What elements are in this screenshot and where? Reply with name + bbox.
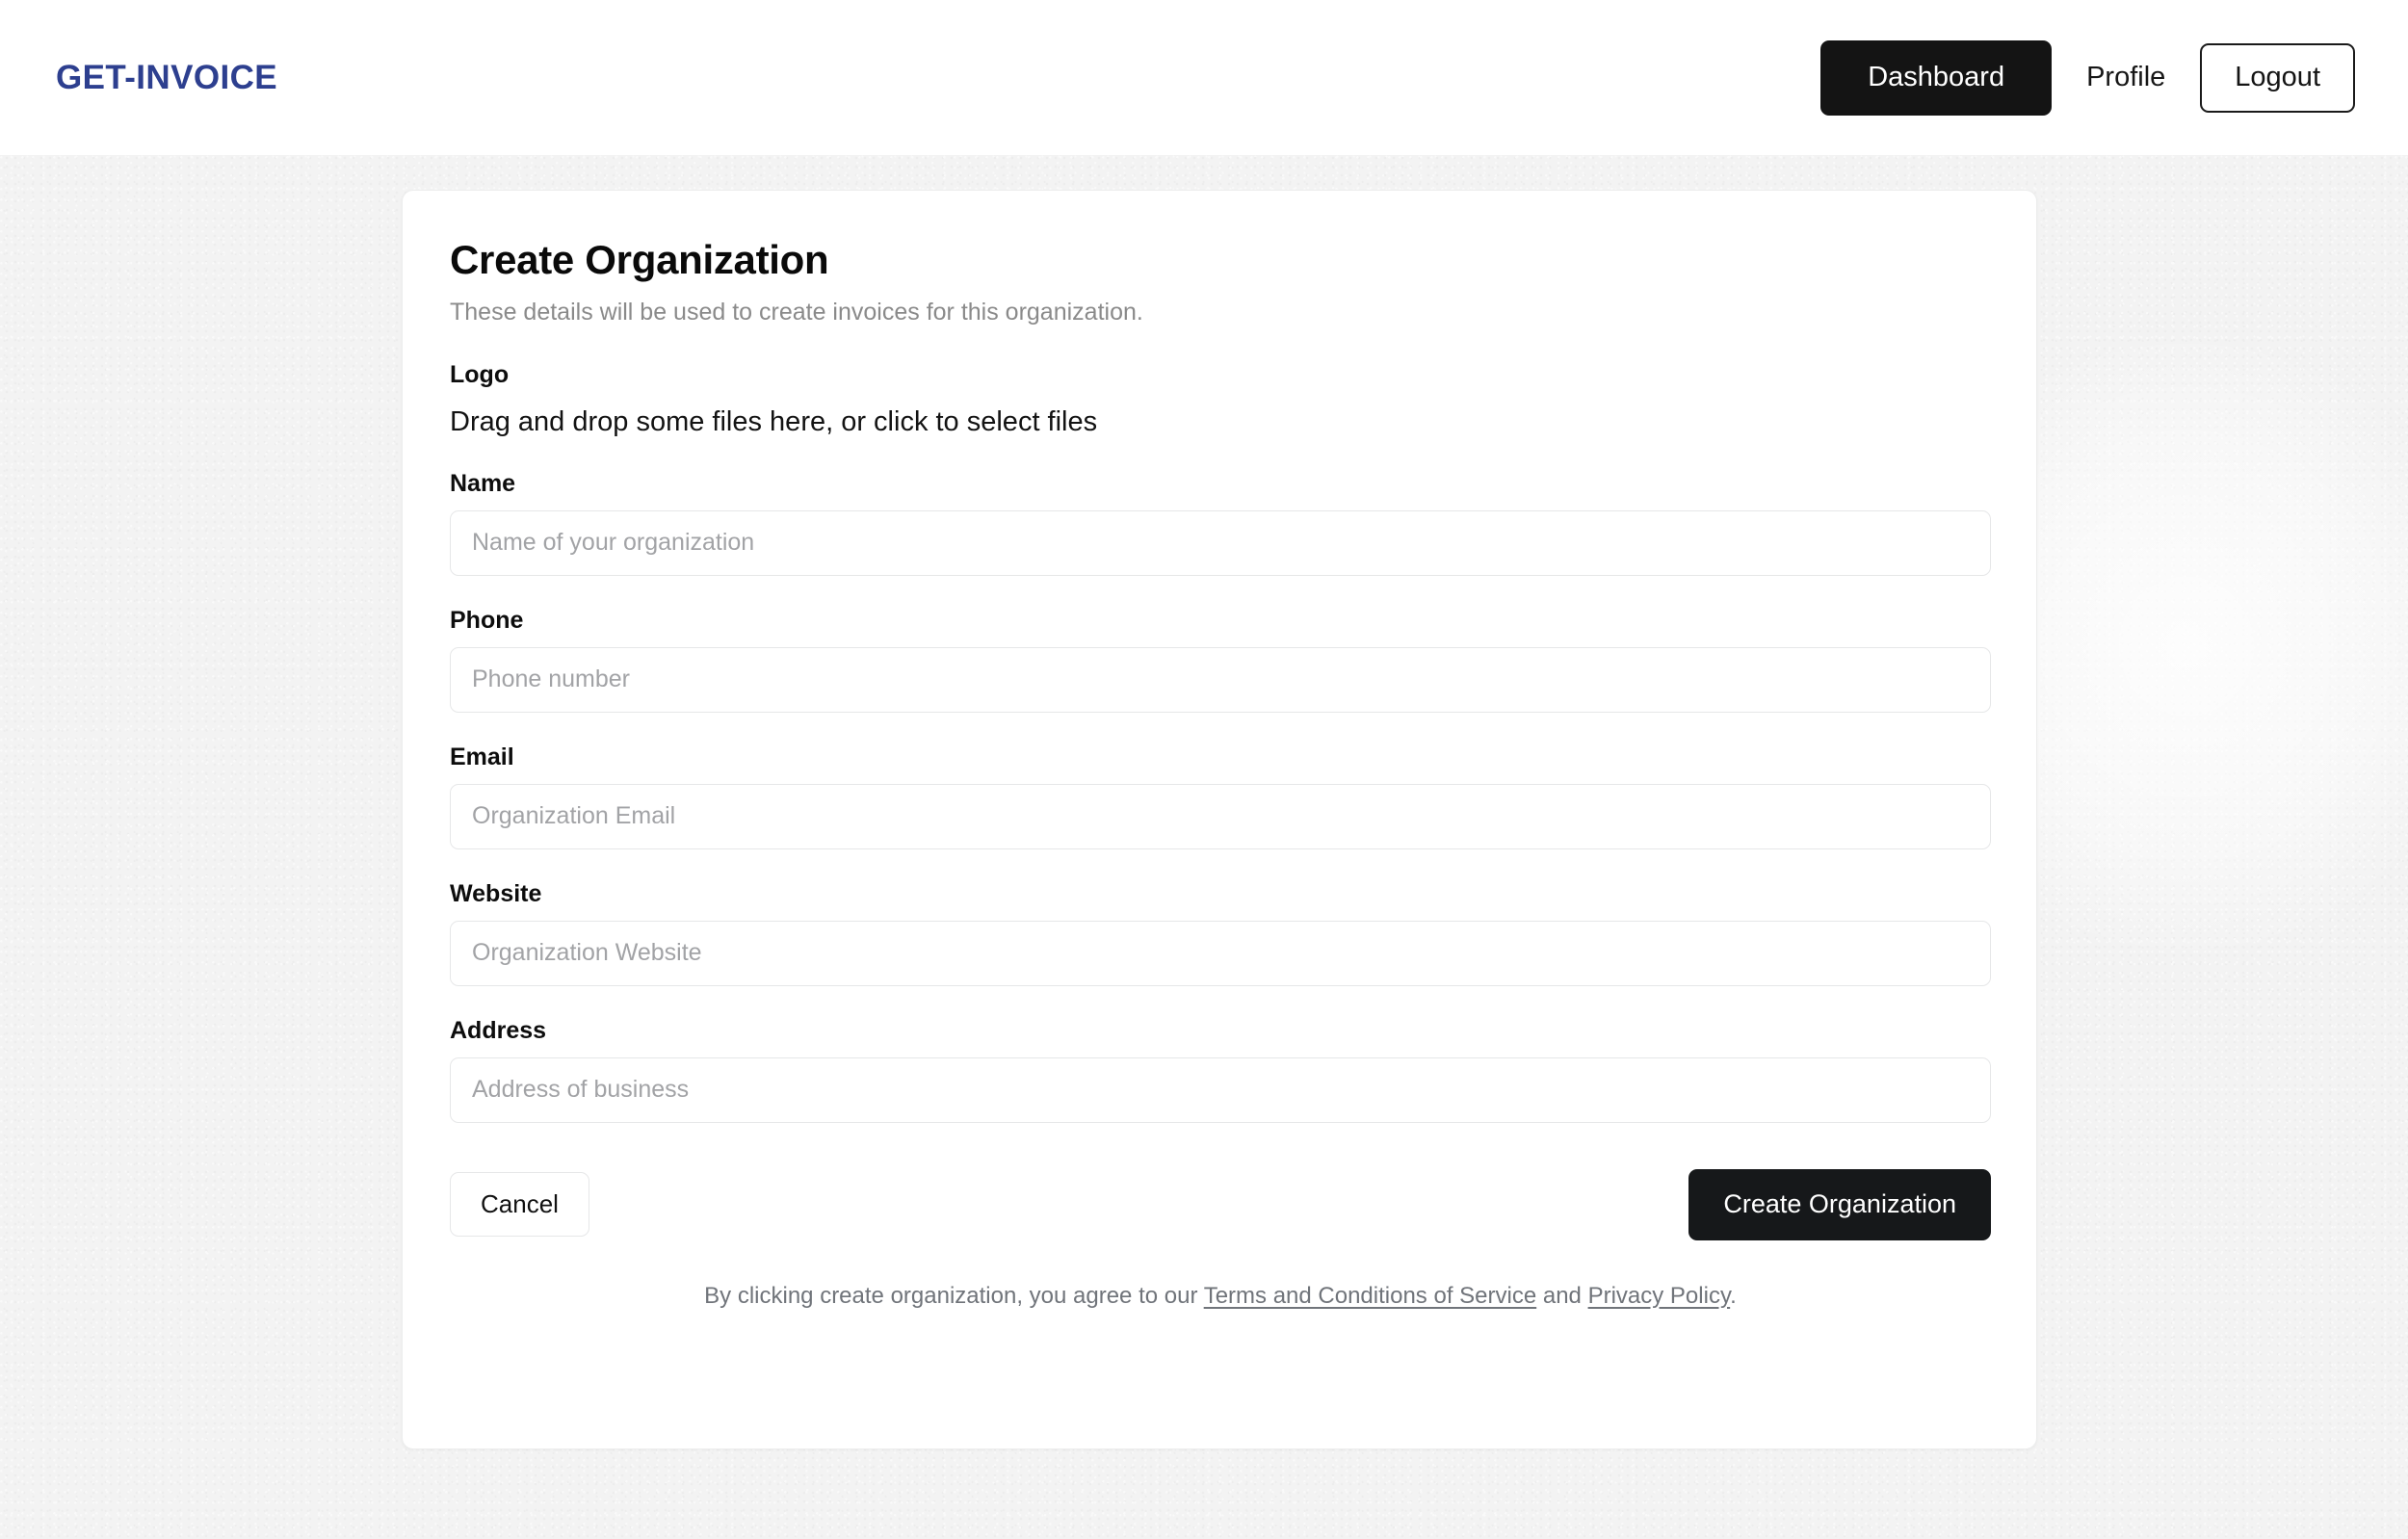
field-group-phone: Phone <box>450 609 1989 713</box>
legal-disclaimer: By clicking create organization, you agr… <box>450 1281 1991 1312</box>
logo-upload-group: Logo Drag and drop some files here, or c… <box>450 363 1989 439</box>
page-root: GET-INVOICE Dashboard Profile Logout Cre… <box>0 0 2408 1539</box>
main-navigation: Dashboard Profile Logout <box>1820 40 2355 116</box>
legal-conjunction: and <box>1536 1283 1587 1309</box>
name-input[interactable] <box>450 510 1991 576</box>
page-title: Create Organization <box>450 237 1989 283</box>
phone-input[interactable] <box>450 647 1991 713</box>
email-label: Email <box>450 743 514 770</box>
form-actions: Cancel Create Organization <box>450 1169 1991 1240</box>
field-group-email: Email <box>450 745 1989 849</box>
logo-label: Logo <box>450 363 1989 387</box>
address-label: Address <box>450 1017 546 1044</box>
email-input[interactable] <box>450 784 1991 849</box>
website-input[interactable] <box>450 921 1991 986</box>
nav-dashboard-button[interactable]: Dashboard <box>1820 40 2052 116</box>
cancel-button[interactable]: Cancel <box>450 1172 589 1237</box>
privacy-policy-link[interactable]: Privacy Policy <box>1588 1283 1731 1309</box>
nav-profile-link[interactable]: Profile <box>2052 64 2200 91</box>
app-header: GET-INVOICE Dashboard Profile Logout <box>0 0 2408 155</box>
name-label: Name <box>450 470 515 497</box>
legal-prefix: By clicking create organization, you agr… <box>704 1283 1204 1309</box>
field-group-name: Name <box>450 472 1989 576</box>
field-group-website: Website <box>450 882 1989 986</box>
logo-dropzone[interactable]: Drag and drop some files here, or click … <box>450 405 1989 439</box>
phone-label: Phone <box>450 607 523 634</box>
create-organization-button[interactable]: Create Organization <box>1688 1169 1991 1240</box>
page-subtitle: These details will be used to create inv… <box>450 297 1989 328</box>
terms-and-conditions-link[interactable]: Terms and Conditions of Service <box>1204 1283 1537 1309</box>
legal-suffix: . <box>1730 1283 1737 1309</box>
field-group-address: Address <box>450 1019 1989 1123</box>
website-label: Website <box>450 880 541 907</box>
address-input[interactable] <box>450 1057 1991 1123</box>
nav-logout-button[interactable]: Logout <box>2200 43 2355 113</box>
create-organization-card: Create Organization These details will b… <box>402 190 2037 1449</box>
brand-logo[interactable]: GET-INVOICE <box>56 61 277 94</box>
